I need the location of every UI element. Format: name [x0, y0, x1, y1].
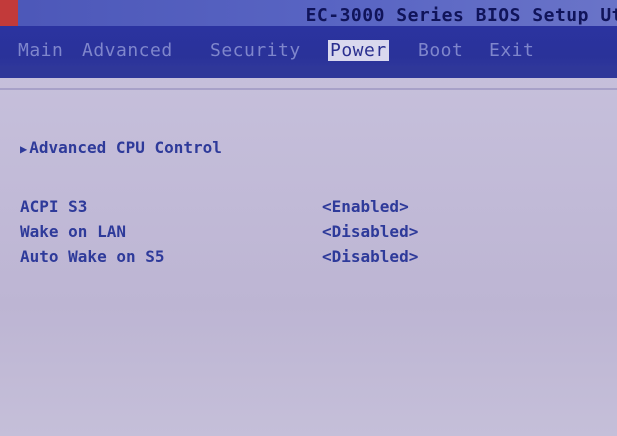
tab-security[interactable]: Security: [210, 40, 301, 61]
title-bar-accent: [0, 0, 18, 26]
bios-title: EC-3000 Series BIOS Setup Ut: [305, 5, 617, 26]
submenu-arrow-icon: ▶: [20, 142, 28, 156]
tab-exit[interactable]: Exit: [489, 40, 534, 61]
submenu-label: Advanced CPU Control: [29, 138, 222, 157]
setting-auto-wake-on-s5-value[interactable]: <Disabled>: [322, 247, 418, 266]
title-bar: EC-3000 Series BIOS Setup Ut: [0, 0, 617, 26]
submenu-advanced-cpu-control[interactable]: ▶ Advanced CPU Control: [20, 138, 222, 157]
menu-bar-strip: [0, 66, 617, 78]
content-divider: [0, 88, 617, 90]
setting-wake-on-lan-label: Wake on LAN: [20, 222, 126, 241]
bios-screen: EC-3000 Series BIOS Setup Ut Main Advanc…: [0, 0, 617, 436]
menu-bar: Main Advanced Security Power Boot Exit: [0, 26, 617, 78]
setting-auto-wake-on-s5-label: Auto Wake on S5: [20, 247, 165, 266]
setting-acpi-s3-value[interactable]: <Enabled>: [322, 197, 409, 216]
tab-power[interactable]: Power: [328, 40, 389, 61]
tab-main[interactable]: Main: [18, 40, 63, 61]
tab-advanced[interactable]: Advanced: [82, 40, 173, 61]
setting-wake-on-lan-value[interactable]: <Disabled>: [322, 222, 418, 241]
tab-boot[interactable]: Boot: [418, 40, 463, 61]
setting-acpi-s3-label: ACPI S3: [20, 197, 88, 216]
